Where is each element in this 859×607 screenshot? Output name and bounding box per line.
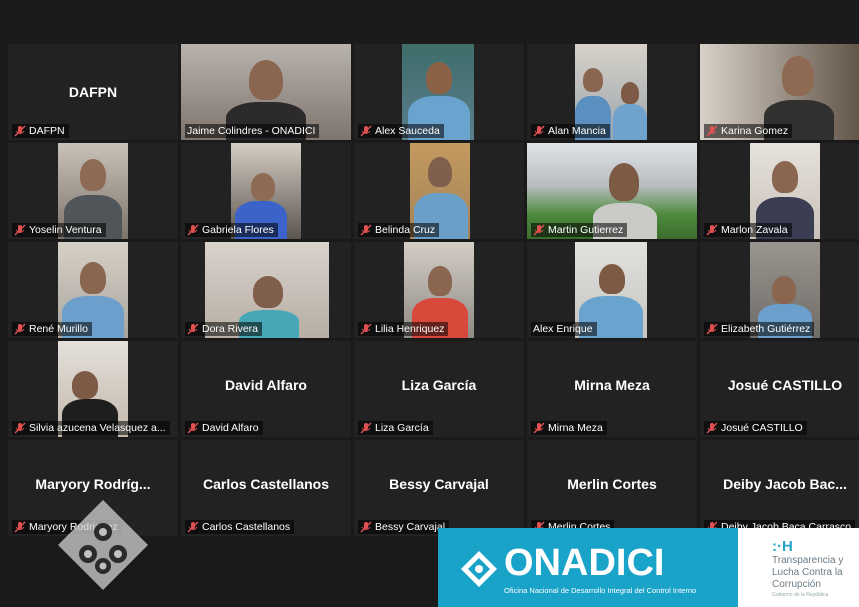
- participant-tile[interactable]: Merlin Cortes Merlin Cortes: [527, 440, 697, 536]
- mic-muted-icon: [14, 125, 26, 137]
- mic-muted-icon: [706, 422, 718, 434]
- mic-muted-icon: [706, 224, 718, 236]
- mic-muted-icon: [187, 224, 199, 236]
- participant-label: DAFPN: [12, 124, 69, 138]
- participant-avatar-name: Maryory Rodríg...: [35, 476, 151, 492]
- onadici-logo-icon: [460, 550, 498, 588]
- participant-tile[interactable]: Karina Gomez: [700, 44, 859, 140]
- participant-tile[interactable]: Yoselin Ventura: [8, 143, 178, 239]
- onadici-banner: ONADICI Oficina Nacional de Desarrollo I…: [438, 528, 738, 607]
- top-bar: [0, 0, 859, 44]
- participant-avatar-name: David Alfaro: [225, 377, 307, 393]
- participant-tile[interactable]: Mirna Meza Mirna Meza: [527, 341, 697, 437]
- mic-muted-icon: [14, 323, 26, 335]
- participant-tile[interactable]: David Alfaro David Alfaro: [181, 341, 351, 437]
- participant-tile[interactable]: Gabriela Flores: [181, 143, 351, 239]
- participant-grid: DAFPN DAFPN Jaime Colindres - ONADICI Al…: [8, 44, 859, 540]
- participant-tile[interactable]: Deiby Jacob Bac... Deiby Jacob Baca Carr…: [700, 440, 859, 536]
- participant-tile[interactable]: Silvia azucena Velasquez a...: [8, 341, 178, 437]
- participant-label: Alex Enrique: [531, 322, 597, 336]
- mic-muted-icon: [706, 125, 718, 137]
- transparency-small-text: Gobierno de la República: [772, 592, 829, 598]
- participant-label: Bessy Carvajal: [358, 520, 450, 534]
- participant-tile[interactable]: Alex Enrique: [527, 242, 697, 338]
- onadici-brand-text: ONADICI: [504, 542, 665, 584]
- participant-label: Dora Rivera: [185, 322, 263, 336]
- participant-label: René Murillo: [12, 322, 92, 336]
- participant-label: Jaime Colindres - ONADICI: [185, 124, 320, 138]
- mic-muted-icon: [187, 422, 199, 434]
- mic-muted-icon: [533, 224, 545, 236]
- participant-label: Marlon Zavala: [704, 223, 792, 237]
- mic-muted-icon: [360, 224, 372, 236]
- participant-tile[interactable]: DAFPN DAFPN: [8, 44, 178, 140]
- transparency-mark: :·H: [772, 538, 793, 555]
- participant-label: Lilia Henriquez: [358, 322, 449, 336]
- mic-muted-icon: [187, 323, 199, 335]
- participant-tile[interactable]: Belinda Cruz: [354, 143, 524, 239]
- participant-avatar-name: Josué CASTILLO: [727, 377, 843, 393]
- participant-tile[interactable]: Carlos Castellanos Carlos Castellanos: [181, 440, 351, 536]
- mic-muted-icon: [14, 224, 26, 236]
- participant-tile[interactable]: Martin Gutierrez: [527, 143, 697, 239]
- mic-muted-icon: [706, 323, 718, 335]
- participant-tile[interactable]: Liza García Liza García: [354, 341, 524, 437]
- mic-muted-icon: [360, 422, 372, 434]
- participant-tile[interactable]: Lilia Henriquez: [354, 242, 524, 338]
- mic-muted-icon: [360, 521, 372, 533]
- participant-tile[interactable]: Dora Rivera: [181, 242, 351, 338]
- participant-label: Karina Gomez: [704, 124, 793, 138]
- mic-muted-icon: [360, 323, 372, 335]
- participant-label: Martin Gutierrez: [531, 223, 628, 237]
- participant-avatar-name: Merlin Cortes: [567, 476, 657, 492]
- participant-tile[interactable]: Elizabeth Gutiérrez: [700, 242, 859, 338]
- mic-muted-icon: [360, 125, 372, 137]
- participant-label: Josué CASTILLO: [704, 421, 807, 435]
- participant-avatar-name: Carlos Castellanos: [202, 476, 330, 492]
- participant-label: Carlos Castellanos: [185, 520, 295, 534]
- participant-tile-active[interactable]: Jaime Colindres - ONADICI: [181, 44, 351, 140]
- transparency-text: Transparencia y Lucha Contra la Corrupci…: [772, 555, 844, 590]
- transparency-logo-box: :·H Transparencia y Lucha Contra la Corr…: [738, 528, 859, 607]
- mic-muted-icon: [14, 422, 26, 434]
- participant-avatar-name: Deiby Jacob Bac...: [723, 476, 847, 492]
- participant-tile[interactable]: Bessy Carvajal Bessy Carvajal: [354, 440, 524, 536]
- mic-muted-icon: [533, 422, 545, 434]
- mic-muted-icon: [187, 521, 199, 533]
- participant-tile[interactable]: Josué CASTILLO Josué CASTILLO: [700, 341, 859, 437]
- participant-label: Silvia azucena Velasquez a...: [12, 421, 170, 435]
- participant-label: Gabriela Flores: [185, 223, 278, 237]
- participant-tile[interactable]: Alex Sauceda: [354, 44, 524, 140]
- participant-label: Yoselin Ventura: [12, 223, 106, 237]
- participant-label: Alan Mancia: [531, 124, 610, 138]
- mic-muted-icon: [14, 521, 26, 533]
- participant-avatar-name: Bessy Carvajal: [389, 476, 489, 492]
- participant-label: Alex Sauceda: [358, 124, 444, 138]
- participant-label: Belinda Cruz: [358, 223, 440, 237]
- participant-tile[interactable]: René Murillo: [8, 242, 178, 338]
- participant-label: David Alfaro: [185, 421, 263, 435]
- gears-watermark-icon: [54, 496, 152, 594]
- onadici-subtitle: Oficina Nacional de Desarrollo Integral …: [504, 586, 697, 595]
- participant-label: Elizabeth Gutiérrez: [704, 322, 815, 336]
- participant-tile[interactable]: Alan Mancia: [527, 44, 697, 140]
- participant-avatar-name: DAFPN: [68, 84, 118, 100]
- participant-label: Mirna Meza: [531, 421, 607, 435]
- participant-label: Liza García: [358, 421, 433, 435]
- mic-muted-icon: [533, 125, 545, 137]
- participant-avatar-name: Mirna Meza: [574, 377, 650, 393]
- participant-avatar-name: Liza García: [401, 377, 477, 393]
- participant-tile[interactable]: Marlon Zavala: [700, 143, 859, 239]
